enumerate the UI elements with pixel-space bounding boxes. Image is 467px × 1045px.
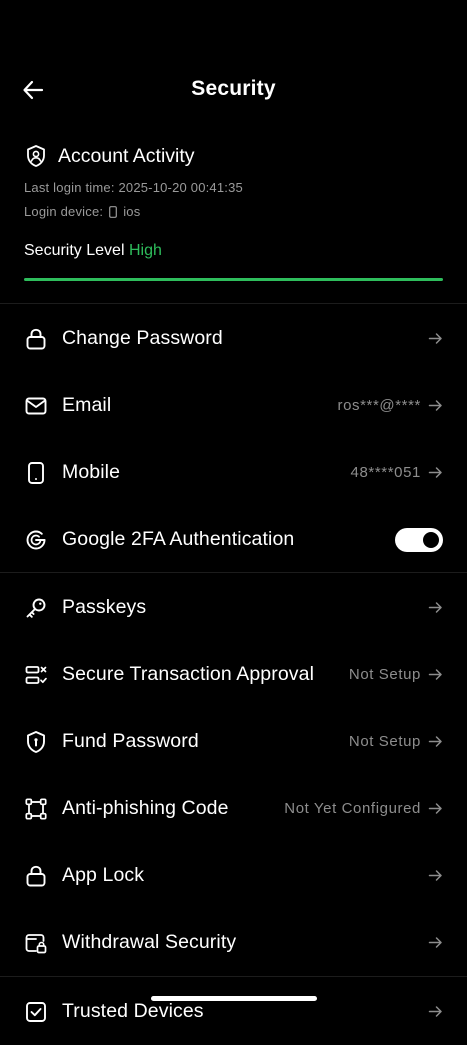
mobile-label: Mobile [62,461,121,483]
anti-phishing-label: Anti-phishing Code [62,797,229,819]
header: Security [0,70,467,110]
mobile-row[interactable]: Mobile 48****051 [0,439,467,506]
fund-password-row[interactable]: Fund Password Not Setup [0,708,467,775]
passkeys-label: Passkeys [62,596,147,618]
security-level-bar [24,278,443,281]
last-login-label: Last login time: [24,180,115,195]
phone-icon [24,461,48,485]
lock-icon [24,327,48,351]
account-activity-title: Account Activity [58,144,195,167]
arrow-right-icon [428,465,443,480]
arrow-right-icon [428,801,443,816]
shield-icon [24,730,48,754]
google-icon [24,528,48,552]
arrow-right-icon [428,734,443,749]
change-password-row[interactable]: Change Password [0,305,467,372]
arrow-right-icon [428,600,443,615]
arrow-right-icon [428,398,443,413]
fund-password-label: Fund Password [62,730,199,752]
key-icon [24,596,48,620]
divider [0,572,467,573]
arrow-right-icon [428,935,443,950]
mobile-device-icon [109,206,118,218]
mobile-value: 48****051 [350,464,421,481]
divider [0,303,467,304]
wallet-lock-icon [24,931,48,955]
toggle-knob [423,531,439,548]
fund-password-value: Not Setup [348,733,421,750]
home-indicator[interactable] [151,996,317,1001]
security-level: Security Level High [24,242,444,260]
account-activity-section: Account Activity Last login time: 2025-1… [24,142,444,281]
approval-icon [24,663,48,687]
frame-icon [24,797,48,821]
last-login-line: Last login time: 2025-10-20 00:41:35 [24,176,444,200]
login-device-label: Login device: [24,204,104,219]
app-lock-label: App Lock [62,864,145,886]
divider [0,976,467,977]
mail-icon [24,394,48,418]
anti-phishing-value: Not Yet Configured [284,800,421,817]
change-password-label: Change Password [62,327,223,349]
arrow-right-icon [428,667,443,682]
security-level-label: Security Level [24,242,125,259]
withdrawal-security-label: Withdrawal Security [62,931,237,953]
login-device-line: Login device: ios [24,200,444,224]
google-2fa-label: Google 2FA Authentication [62,528,295,550]
app-lock-row[interactable]: App Lock [0,842,467,909]
anti-phishing-row[interactable]: Anti-phishing Code Not Yet Configured [0,775,467,842]
last-login-value: 2025-10-20 00:41:35 [118,180,243,195]
user-shield-icon [24,144,48,168]
secure-transaction-value: Not Setup [348,666,421,683]
email-value: ros***@**** [337,397,421,414]
arrow-right-icon [428,1004,443,1019]
withdrawal-security-row[interactable]: Withdrawal Security [0,909,467,976]
google-2fa-toggle[interactable] [395,527,443,552]
lock-icon [24,864,48,888]
page-title: Security [191,77,276,100]
arrow-right-icon [428,868,443,883]
secure-transaction-label: Secure Transaction Approval [62,663,315,685]
email-label: Email [62,394,112,416]
security-level-value: High [128,242,162,259]
passkeys-row[interactable]: Passkeys [0,574,467,641]
google-2fa-row: Google 2FA Authentication [0,506,467,573]
arrow-right-icon [428,331,443,346]
email-row[interactable]: Email ros***@**** [0,372,467,439]
login-device-value: ios [123,204,141,219]
secure-transaction-row[interactable]: Secure Transaction Approval Not Setup [0,641,467,708]
